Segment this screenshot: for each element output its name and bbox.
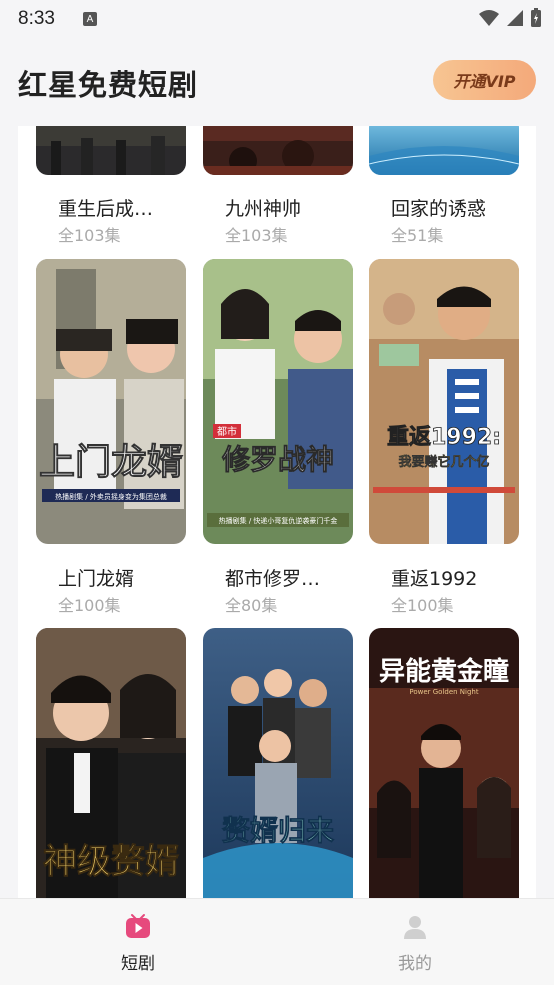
poster-title-text: 修罗战神	[221, 443, 334, 476]
poster-title-text: 异能黄金瞳	[379, 656, 509, 687]
drama-poster[interactable]: 神级赘婿	[36, 628, 186, 898]
wifi-icon	[479, 10, 499, 26]
drama-title: 重生后成…	[58, 198, 154, 220]
poster-subtitle: 我要赚它几个亿	[398, 454, 489, 470]
tv-play-icon	[126, 914, 150, 938]
bottom-tab-bar: 短剧 我的	[0, 898, 554, 985]
drama-title: 都市修罗…	[225, 568, 321, 590]
drama-episodes: 全51集	[391, 226, 444, 245]
user-profile-icon	[404, 916, 426, 939]
drama-episodes: 全80集	[225, 596, 278, 615]
status-time: 8:33	[18, 8, 55, 29]
drama-poster[interactable]	[369, 126, 519, 175]
drama-title: 重返1992	[391, 568, 478, 590]
tab-short-drama[interactable]: 短剧	[78, 899, 198, 985]
drama-episodes: 全103集	[225, 226, 288, 245]
tab-label: 我的	[398, 954, 432, 974]
drama-title: 九州神帅	[225, 198, 302, 220]
signal-icon	[507, 10, 523, 26]
poster-title-text: 赘婿归来	[222, 814, 334, 847]
drama-episodes: 全100集	[58, 596, 121, 615]
drama-poster[interactable]	[203, 126, 353, 175]
app-title: 红星免费短剧	[18, 68, 199, 102]
poster-title-text: 重返1992:	[387, 425, 501, 450]
tab-mine[interactable]: 我的	[355, 899, 475, 985]
drama-title: 回家的诱惑	[391, 198, 487, 220]
poster-badge: 都市	[217, 425, 237, 438]
tab-label: 短剧	[121, 954, 155, 974]
poster-caption: 热播剧集 / 快递小哥复仇逆袭豪门千金	[219, 516, 338, 525]
drama-poster[interactable]: 赘婿归来	[203, 628, 353, 898]
drama-grid: 重生后成… 全103集 九州神帅 全103集 回家的诱惑 全51集 上门龙婿 热…	[18, 126, 536, 898]
app-header: 红星免费短剧 开通VIP	[0, 38, 554, 126]
battery-icon	[531, 8, 541, 27]
drama-poster[interactable]: 上门龙婿 热播剧集 / 外卖员摇身变为集团总裁	[36, 259, 186, 544]
drama-poster[interactable]: 异能黄金瞳 Power Golden Night	[369, 628, 519, 898]
poster-subtitle: Power Golden Night	[409, 688, 479, 696]
drama-episodes: 全103集	[58, 226, 121, 245]
poster-title-text: 上门龙婿	[39, 442, 183, 483]
poster-caption: 热播剧集 / 外卖员摇身变为集团总裁	[55, 492, 167, 501]
drama-poster[interactable]	[36, 126, 186, 175]
open-vip-button[interactable]: 开通VIP	[433, 60, 536, 100]
notification-icon: A	[82, 12, 97, 26]
poster-title-text: 神级赘婿	[43, 842, 179, 882]
drama-title: 上门龙婿	[58, 568, 135, 590]
drama-poster[interactable]: 重返1992: 我要赚它几个亿	[369, 259, 519, 544]
drama-episodes: 全100集	[391, 596, 454, 615]
drama-poster[interactable]: 都市 修罗战神 热播剧集 / 快递小哥复仇逆袭豪门千金	[203, 259, 353, 544]
status-bar: 8:33 A	[0, 0, 554, 38]
